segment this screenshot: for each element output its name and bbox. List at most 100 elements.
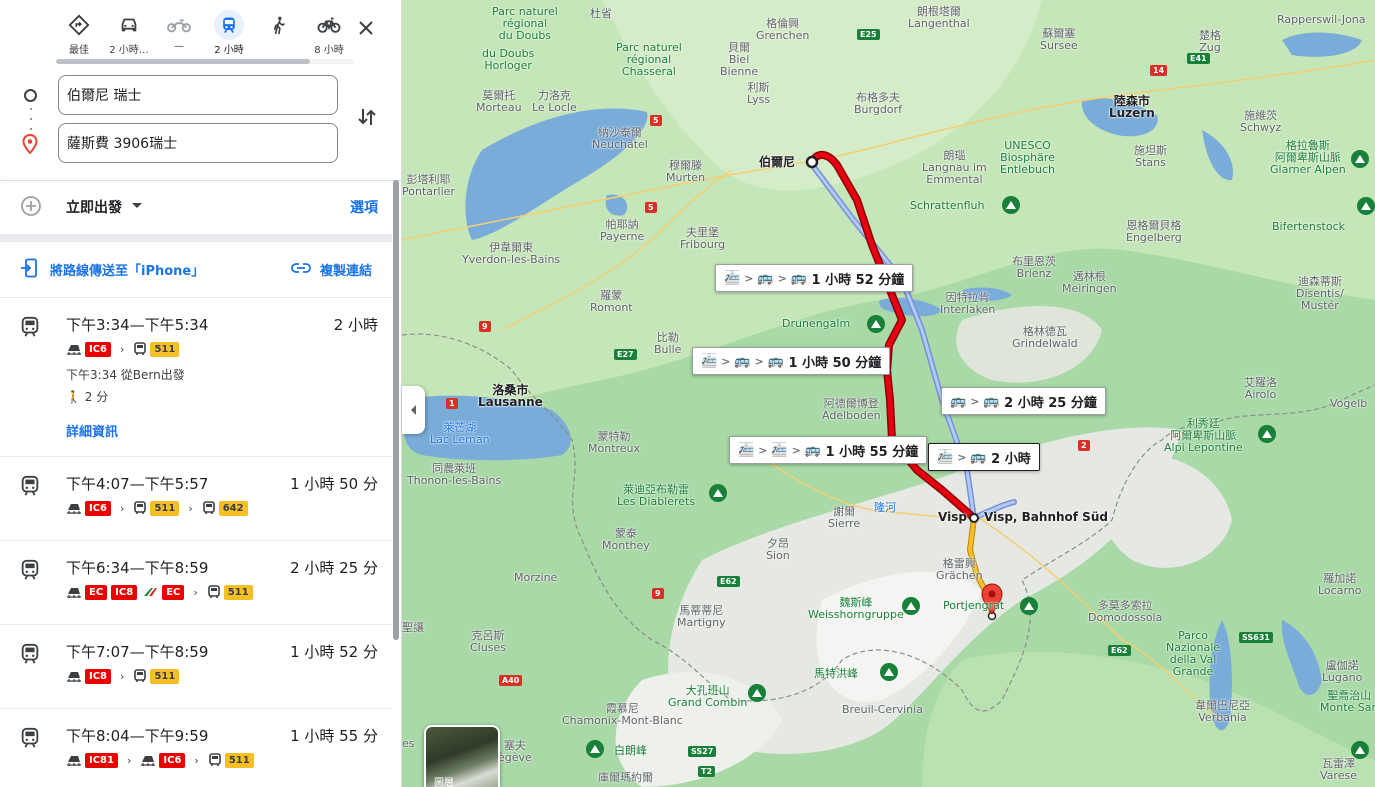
mode-cycling-label: 8 小時 [314, 45, 344, 56]
route-callout[interactable]: 🚈 > 🚈 > 🚌 1 小時 55 分鐘 [729, 436, 928, 464]
chevron-right-icon: > [791, 443, 801, 457]
mode-best-label: 最佳 [69, 45, 89, 56]
map-label: 夫里堡 Fribourg [680, 226, 726, 251]
road-shield: 9 [652, 588, 664, 599]
line-badge-ic8: IC8 [111, 584, 138, 600]
route-option[interactable]: 下午3:34—下午5:34 2 小時 IC6 › 511 下午3:34 從Ber… [0, 297, 392, 455]
line-badge-ic81: IC81 [85, 752, 118, 768]
map-label: Breuil-Cervinia [842, 703, 923, 716]
map-label: 恩格爾貝格 Engelberg [1126, 219, 1182, 244]
map-label: 貝爾 Biel Bienne [720, 41, 759, 78]
route-option[interactable]: 下午6:34—下午8:59 2 小時 25 分 EC IC8 EC › 511 [0, 540, 392, 623]
copy-link-button[interactable]: 複製連結 [320, 260, 372, 279]
line-badge-511: 511 [150, 500, 180, 516]
route-duration: 1 小時 55 分 [290, 727, 378, 745]
depart-now-dropdown[interactable]: 立即出發 [66, 197, 122, 217]
travel-mode-bar: 最佳 2 小時… — 2 小時 8 小時 [54, 10, 354, 56]
route-callout[interactable]: 🚌 > 🚌 2 小時 25 分鐘 [941, 387, 1106, 415]
train-icon [21, 643, 39, 664]
route-callout-selected[interactable]: 🚈 > 🚌 2 小時 [928, 443, 1040, 471]
line-badge-511: 511 [223, 584, 253, 600]
map-canvas[interactable]: E25 E41 14 5 5 9 E27 1 E62 9 E62 SS631 S… [402, 0, 1375, 787]
layers-button[interactable]: 圖層 [424, 725, 500, 787]
mode-walking[interactable] [254, 10, 304, 56]
map-label: 因特拉肯 Interlaken [940, 291, 996, 316]
panel-scrollbar[interactable] [393, 180, 399, 640]
mode-transit[interactable]: 2 小時 [204, 10, 254, 56]
route-legs: IC81 › IC6 › 511 [66, 751, 254, 769]
map-label: 夕昂 Sion [766, 537, 790, 562]
road-shield: SS27 [688, 746, 717, 757]
chevron-right-icon: > [758, 443, 768, 457]
map-label: 利秀廷 阿爾卑斯山脈 Alpi Lepontine [1164, 417, 1243, 454]
map-label: 魏斯峰 Weisshorngruppe [808, 596, 904, 621]
mode-cycling[interactable]: 8 小時 [304, 10, 354, 56]
bus-icon: 🚌 [983, 393, 1000, 409]
line-badge-642: 642 [218, 500, 248, 516]
map-label: 瓦雷澤 Varese [1320, 757, 1357, 782]
chevron-right-icon: › [120, 342, 125, 356]
bus-icon: 🚌 [757, 270, 774, 286]
train-icon [21, 475, 39, 496]
directions-panel: 最佳 2 小時… — 2 小時 8 小時 伯爾尼 瑞士 薩斯費 3906瑞士 立… [0, 0, 402, 787]
chevron-right-icon: › [193, 585, 198, 599]
bicycle-icon [314, 10, 344, 40]
options-button[interactable]: 選項 [350, 197, 378, 217]
bus-icon: 🚌 [790, 270, 807, 286]
park-icon [880, 663, 898, 681]
chevron-right-icon: > [721, 354, 731, 368]
trenitalia-icon [143, 586, 159, 598]
road-shield: 2 [1078, 440, 1090, 451]
route-option[interactable]: 下午7:07—下午8:59 1 小時 52 分 IC8 › 511 [0, 624, 392, 707]
details-link[interactable]: 詳細資訊 [66, 421, 118, 440]
map-label: 布里恩茨 Brienz [1012, 255, 1056, 280]
mode-motorcycle[interactable]: — [154, 10, 204, 56]
park-icon [748, 684, 766, 702]
swap-icon [358, 109, 376, 125]
rail-icon [140, 753, 156, 767]
rail-icon [66, 585, 82, 599]
line-badge-ec: EC [162, 584, 185, 600]
road-shield: 5 [650, 115, 662, 126]
send-to-iphone-link[interactable]: 將路線傳送至「iPhone」 [50, 260, 204, 279]
callout-duration: 2 小時 25 分鐘 [1004, 395, 1097, 411]
map-label: 羅蒙 Romont [590, 289, 633, 314]
destination-input[interactable]: 薩斯費 3906瑞士 [58, 123, 338, 163]
line-badge-511: 511 [150, 341, 180, 357]
route-option[interactable]: 下午4:07—下午5:57 1 小時 50 分 IC6 › 511 › 642 [0, 456, 392, 539]
map-label: 阿德爾博登 Adelboden [822, 397, 881, 422]
mode-scrollbar[interactable] [56, 59, 310, 64]
route-legs: IC6 › 511 › 642 [66, 499, 248, 517]
swap-waypoints-button[interactable] [354, 104, 380, 130]
map-label: 洛桑市 Lausanne [478, 383, 543, 409]
route-times: 下午4:07—下午5:57 [66, 475, 209, 493]
map-label: 謝爾 Sierre [828, 505, 861, 530]
route-option[interactable]: 下午8:04—下午9:59 1 小時 55 分 IC81 › IC6 › 511 [0, 708, 392, 787]
close-directions-button[interactable] [352, 14, 380, 42]
map-label: Visp [938, 510, 967, 524]
route-times: 下午6:34—下午8:59 [66, 559, 209, 577]
route-callout[interactable]: 🚈 > 🚌 > 🚌 1 小時 52 分鐘 [715, 264, 914, 292]
line-badge-ic8: IC8 [85, 668, 112, 684]
origin-input[interactable]: 伯爾尼 瑞士 [58, 75, 338, 115]
mode-transit-label: 2 小時 [214, 45, 244, 56]
map-label: 克呂斯 Cluses [470, 629, 506, 654]
mode-best[interactable]: 最佳 [54, 10, 104, 56]
park-icon [1258, 425, 1276, 443]
close-icon [359, 21, 373, 35]
road-shield: 5 [645, 202, 657, 213]
map-label: 盧伽諾 Lugano [1322, 659, 1363, 684]
map-label: 朗根塔爾 Langenthal [908, 5, 970, 30]
mode-driving[interactable]: 2 小時… [104, 10, 154, 56]
collapse-panel-button[interactable] [402, 386, 425, 434]
map-label: 布格多夫 Burgdorf [854, 91, 902, 116]
route-callout[interactable]: 🚈 > 🚌 > 🚌 1 小時 50 分鐘 [692, 347, 891, 375]
callout-duration: 1 小時 52 分鐘 [811, 272, 905, 288]
road-shield: A40 [499, 675, 523, 686]
bus-icon: 🚌 [950, 393, 967, 409]
add-destination-icon[interactable] [20, 195, 42, 217]
map-label: 艾羅洛 Airolo [1244, 376, 1277, 401]
chevron-right-icon: › [126, 753, 132, 767]
line-badge-511: 511 [224, 752, 254, 768]
map-label: 楚格 Zug [1199, 29, 1221, 54]
